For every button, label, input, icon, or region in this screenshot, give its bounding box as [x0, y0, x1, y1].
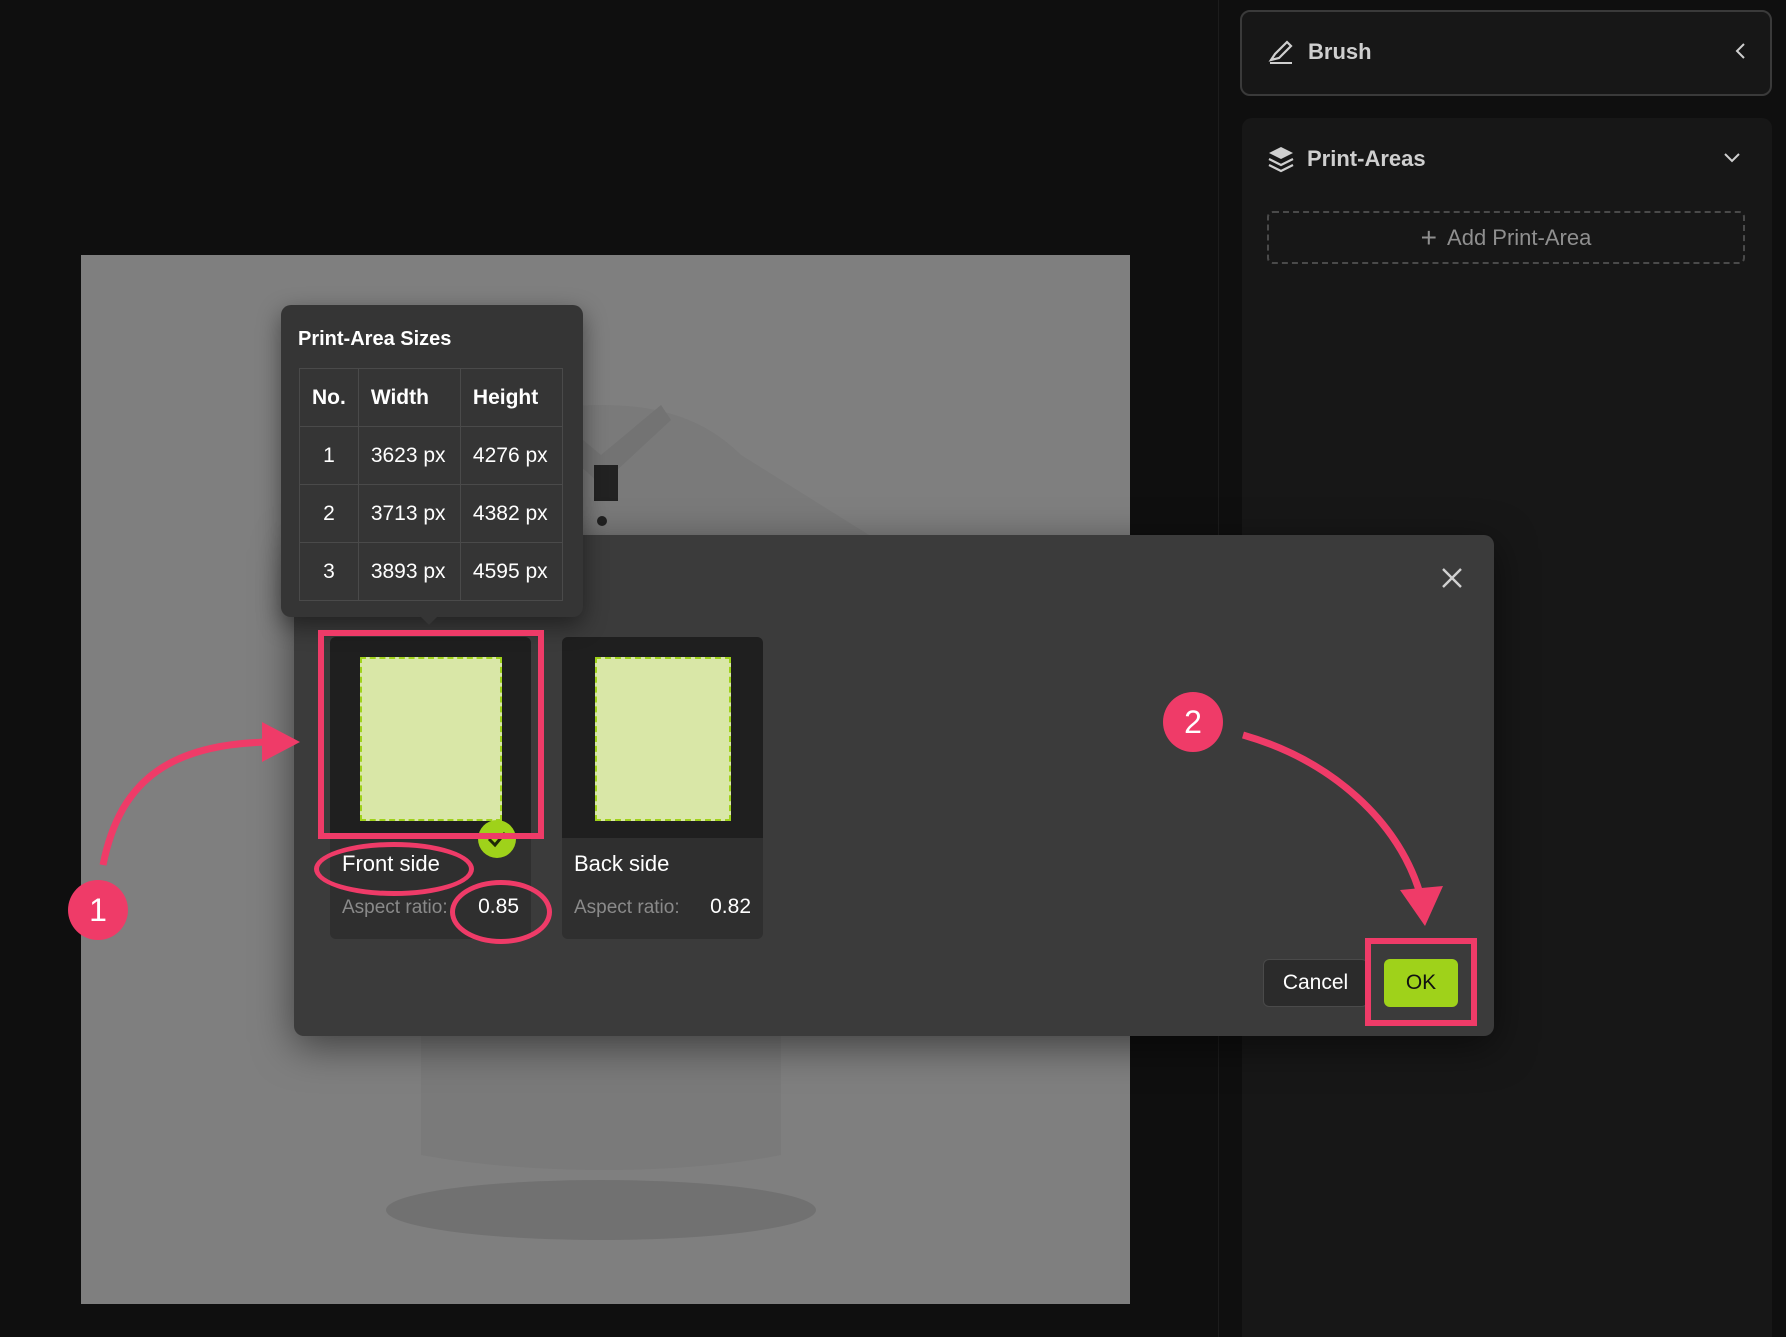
- tooltip-title: Print-Area Sizes: [298, 328, 452, 350]
- brush-panel-header[interactable]: Brush: [1240, 10, 1772, 96]
- brush-icon: [1268, 40, 1293, 64]
- ratio-value-highlight: [450, 880, 552, 944]
- table-cell: 4276 px: [459, 426, 564, 485]
- plus-icon: +: [1420, 221, 1438, 253]
- back-side-preview: [562, 637, 763, 838]
- column-header: No.: [299, 368, 359, 427]
- close-icon[interactable]: [1436, 562, 1468, 594]
- chevron-left-icon[interactable]: [1732, 40, 1750, 62]
- table-cell: 4595 px: [459, 542, 564, 601]
- back-print-area-shape: [595, 657, 731, 821]
- layers-icon: [1268, 147, 1294, 173]
- brush-panel-title: Brush: [1308, 39, 1372, 64]
- table-cell: 3: [299, 542, 359, 601]
- column-header: Width: [357, 368, 461, 427]
- table-row: 2 3713 px 4382 px: [299, 484, 564, 543]
- table-cell: 2: [299, 484, 359, 543]
- back-aspect-ratio-label: Aspect ratio:: [574, 897, 680, 918]
- table-row: 3 3893 px 4595 px: [299, 542, 564, 601]
- add-print-area-label: Add Print-Area: [1447, 224, 1592, 250]
- front-name-highlight: [314, 842, 474, 896]
- print-area-sizes-table: No. Width Height 1 3623 px 4276 px 2 371…: [299, 368, 564, 601]
- back-side-name: Back side: [574, 851, 670, 876]
- table-header-row: No. Width Height: [299, 368, 564, 427]
- table-cell: 3893 px: [357, 542, 461, 601]
- table-cell: 1: [299, 426, 359, 485]
- back-side-card[interactable]: Back side Aspect ratio: 0.82: [562, 637, 763, 939]
- ok-button-highlight: [1365, 938, 1477, 1026]
- add-print-area-button[interactable]: + Add Print-Area: [1267, 211, 1745, 264]
- chevron-down-icon[interactable]: [1721, 148, 1743, 166]
- print-areas-panel-title: Print-Areas: [1307, 146, 1426, 171]
- step-1-badge: 1: [68, 880, 128, 940]
- table-cell: 4382 px: [459, 484, 564, 543]
- back-aspect-ratio-value: 0.82: [710, 895, 751, 918]
- table-cell: 3713 px: [357, 484, 461, 543]
- tooltip-arrow: [418, 614, 440, 625]
- table-cell: 3623 px: [357, 426, 461, 485]
- cancel-button[interactable]: Cancel: [1263, 959, 1368, 1007]
- step-2-badge: 2: [1163, 692, 1223, 752]
- table-row: 1 3623 px 4276 px: [299, 426, 564, 485]
- column-header: Height: [459, 368, 564, 427]
- front-card-highlight: [318, 630, 544, 839]
- front-aspect-ratio-label: Aspect ratio:: [342, 897, 448, 918]
